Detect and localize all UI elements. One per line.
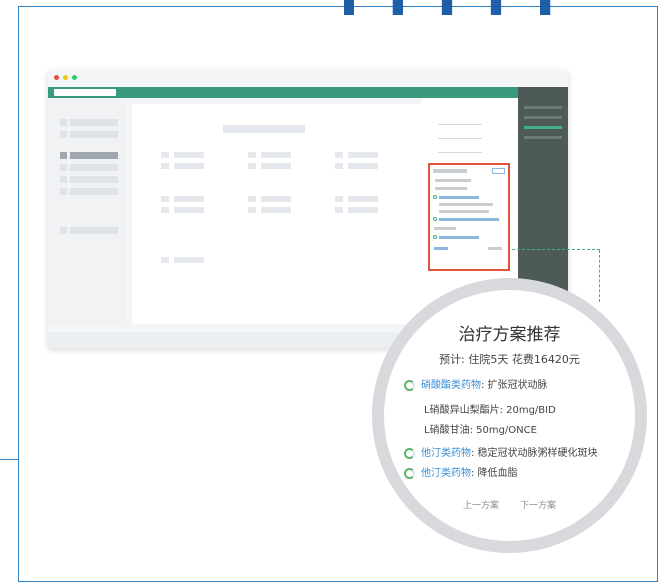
divider — [438, 124, 482, 125]
prev-plan-button[interactable]: 上一方案 — [463, 501, 499, 511]
treatment-item[interactable]: 他汀类药物: 稳定冠状动脉粥样硬化斑块 — [404, 444, 598, 459]
minimize-dot[interactable] — [63, 75, 68, 80]
field-icon — [248, 152, 256, 158]
sidebar-item[interactable] — [60, 119, 120, 126]
field-icon — [161, 257, 169, 263]
mini-line — [439, 196, 479, 199]
mini-line — [435, 187, 467, 190]
treatment-desc: : 稳定冠状动脉粥样硬化斑块 — [471, 448, 598, 459]
field-icon — [335, 152, 343, 158]
divider — [438, 138, 482, 139]
cropped-heading-decoration: ▌ ▌ ▌ ▌ ▌ — [344, 0, 571, 15]
panel-menu-item[interactable] — [524, 106, 562, 109]
magnified-recommendation: 治疗方案推荐 预计: 住院5天 花费16420元 硝酸酯类药物: 扩张冠状动脉 … — [384, 290, 635, 541]
recommendation-estimate: 预计: 住院5天 花费16420元 — [439, 353, 580, 366]
field-label — [174, 207, 204, 213]
field-label — [261, 196, 291, 202]
field-icon — [335, 207, 343, 213]
panel-menu-item[interactable] — [524, 116, 562, 119]
drug-dosage: L硝酸异山梨酯片: 20mg/BID — [424, 405, 556, 416]
field-label — [261, 207, 291, 213]
treatment-item[interactable]: 他汀类药物: 降低血脂 — [404, 464, 518, 479]
mini-ring-icon — [433, 235, 437, 239]
mini-line — [435, 179, 471, 182]
drug-dosage: L硝酸甘油: 50mg/ONCE — [424, 425, 537, 436]
main-content — [132, 104, 422, 324]
mini-ring-icon — [433, 217, 437, 221]
field-label — [174, 257, 204, 263]
field-icon — [335, 163, 343, 169]
mini-line — [488, 247, 502, 250]
progress-ring-icon — [404, 379, 415, 391]
field-icon — [248, 196, 256, 202]
panel-menu-item[interactable] — [524, 136, 562, 139]
mini-line — [434, 247, 448, 250]
next-plan-button[interactable]: 下一方案 — [520, 501, 556, 511]
sidebar-item[interactable] — [60, 176, 120, 183]
field-label — [174, 163, 204, 169]
sidebar-item[interactable] — [60, 131, 120, 138]
mini-line — [439, 203, 493, 206]
sidebar-item[interactable] — [60, 227, 120, 234]
sidebar-item[interactable] — [60, 164, 120, 171]
panel-menu-item-active[interactable] — [524, 126, 562, 129]
field-label — [261, 163, 291, 169]
field-icon — [248, 207, 256, 213]
field-label — [261, 152, 291, 158]
treatment-desc: : 降低血脂 — [471, 468, 518, 479]
treatment-category[interactable]: 硝酸酯类药物 — [421, 380, 481, 391]
field-icon — [248, 163, 256, 169]
plan-navigation: 上一方案 下一方案 — [384, 498, 635, 511]
field-icon — [161, 196, 169, 202]
maximize-dot[interactable] — [72, 75, 77, 80]
treatment-desc: : 扩张冠状动脉 — [481, 380, 548, 391]
content-title — [223, 125, 305, 133]
callout-connector — [512, 249, 600, 250]
search-input[interactable] — [54, 89, 116, 96]
field-label — [348, 196, 378, 202]
recommendation-title: 治疗方案推荐 — [458, 325, 561, 345]
field-icon — [161, 152, 169, 158]
field-icon — [161, 207, 169, 213]
mini-title — [433, 169, 467, 173]
top-nav-bar — [48, 87, 518, 98]
mini-ring-icon — [433, 195, 437, 199]
sidebar-item[interactable] — [60, 188, 120, 195]
mini-line — [439, 218, 499, 221]
mini-button[interactable] — [492, 168, 505, 174]
field-label — [348, 163, 378, 169]
close-dot[interactable] — [54, 75, 59, 80]
field-label — [174, 196, 204, 202]
field-label — [348, 207, 378, 213]
treatment-item[interactable]: 硝酸酯类药物: 扩张冠状动脉 — [404, 376, 548, 391]
recommendation-mini-panel[interactable] — [428, 163, 510, 271]
mini-line — [439, 236, 479, 239]
treatment-category[interactable]: 他汀类药物 — [421, 468, 471, 479]
sidebar — [48, 98, 126, 326]
mini-line — [439, 210, 489, 213]
mini-line — [434, 227, 456, 230]
divider — [438, 152, 482, 153]
field-label — [174, 152, 204, 158]
sidebar-item-active[interactable] — [60, 152, 120, 159]
progress-ring-icon — [404, 467, 415, 479]
window-controls — [54, 75, 77, 80]
field-label — [348, 152, 378, 158]
progress-ring-icon — [404, 447, 415, 459]
field-icon — [335, 196, 343, 202]
field-icon — [161, 163, 169, 169]
treatment-category[interactable]: 他汀类药物 — [421, 448, 471, 459]
frame-rule — [0, 459, 18, 460]
